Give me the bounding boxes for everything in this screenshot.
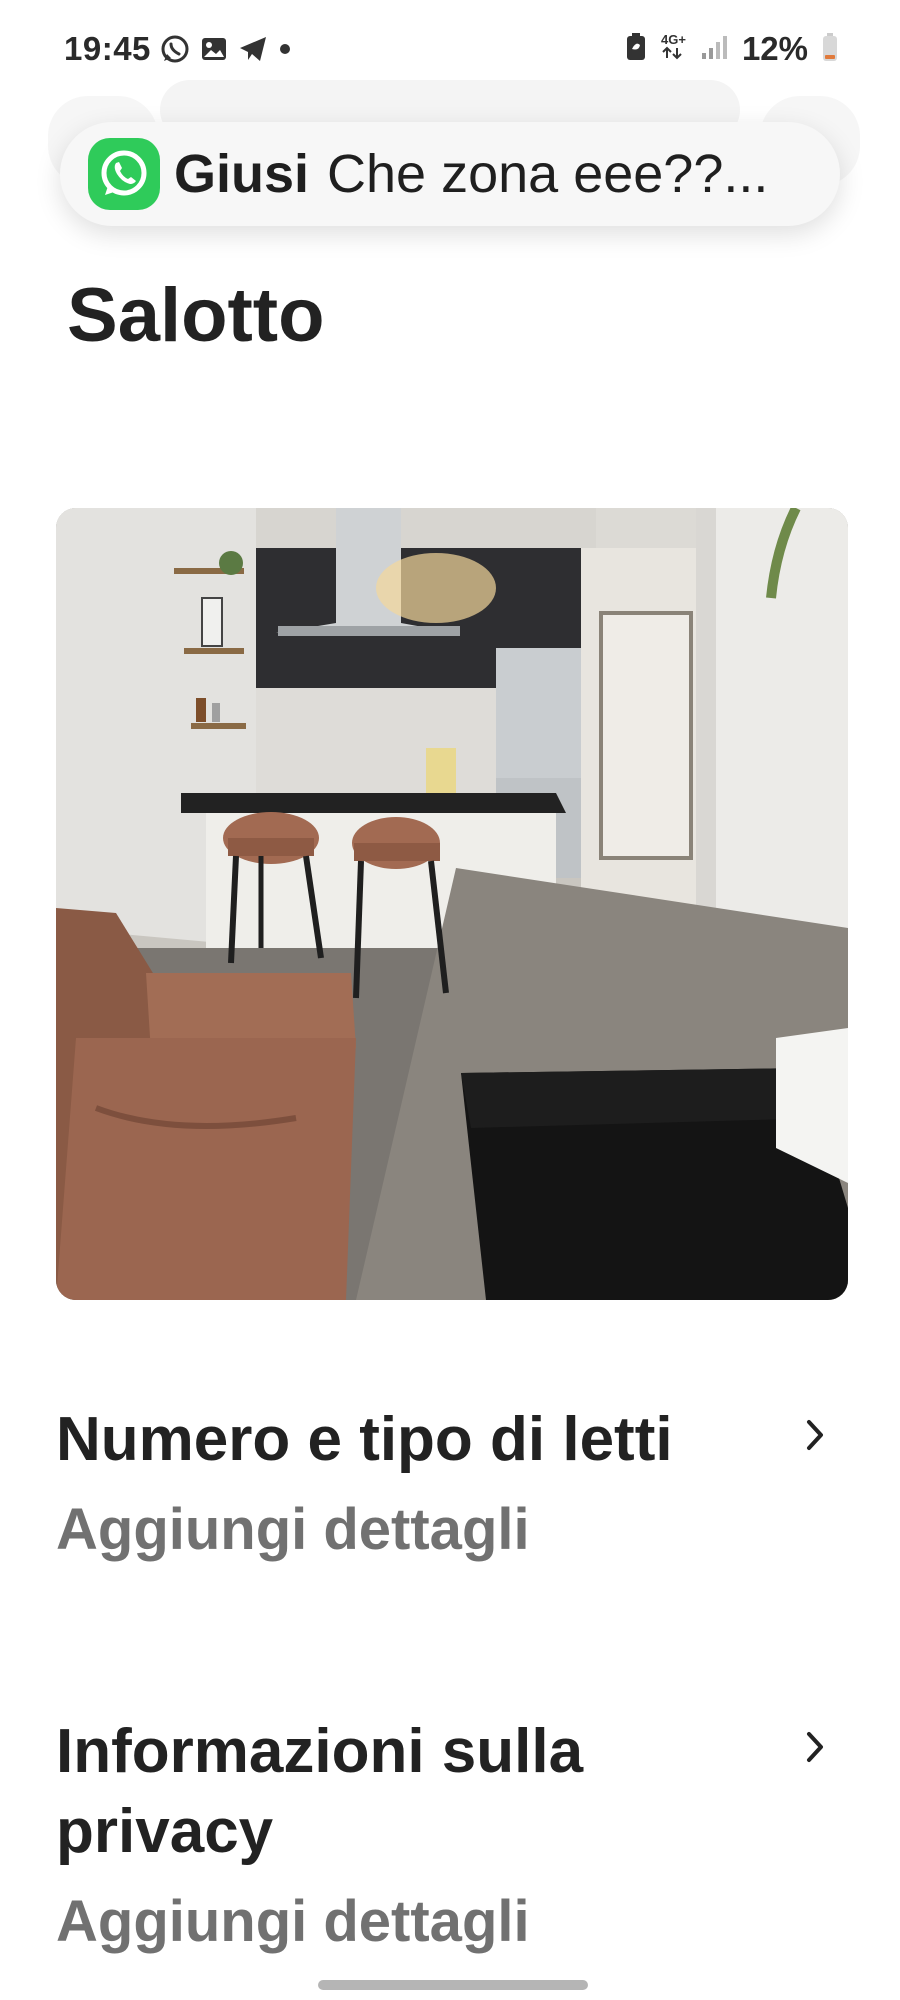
whatsapp-icon — [160, 34, 190, 69]
row-privacy[interactable]: Informazioni sulla privacy Aggiungi dett… — [56, 1712, 846, 1960]
status-notification-icons — [160, 34, 292, 69]
row-title: Informazioni sulla privacy — [56, 1717, 584, 1866]
row-beds[interactable]: Numero e tipo di letti Aggiungi dettagli — [56, 1400, 846, 1568]
battery-icon — [822, 32, 838, 67]
chevron-right-icon[interactable] — [804, 1418, 826, 1457]
status-time: 19:45 — [64, 30, 151, 67]
whatsapp-icon — [88, 138, 160, 210]
battery-saver-icon — [625, 32, 647, 67]
chevron-right-icon[interactable] — [804, 1730, 826, 1769]
network-4g-icon: 4G+ — [661, 31, 686, 65]
notification-sender: Giusi — [174, 144, 310, 204]
telegram-icon — [238, 35, 268, 68]
page-title: Salotto — [67, 273, 325, 358]
row-title: Numero e tipo di letti — [56, 1405, 673, 1474]
dot-icon — [278, 42, 292, 61]
home-indicator[interactable] — [318, 1980, 588, 1990]
row-subtitle-link[interactable]: Aggiungi dettagli — [56, 1492, 846, 1568]
room-photo[interactable] — [56, 508, 848, 1300]
whatsapp-notification[interactable]: Giusi Che zona eee??... — [60, 122, 840, 226]
notification-message: Che zona eee??... — [327, 144, 769, 204]
row-subtitle-link[interactable]: Aggiungi dettagli — [56, 1884, 846, 1960]
gallery-icon — [200, 35, 228, 68]
status-system-icons: 4G+ 12% — [625, 30, 838, 68]
signal-icon — [700, 33, 728, 66]
network-type-label: 4G+ — [661, 31, 686, 47]
battery-percentage: 12% — [741, 30, 808, 67]
